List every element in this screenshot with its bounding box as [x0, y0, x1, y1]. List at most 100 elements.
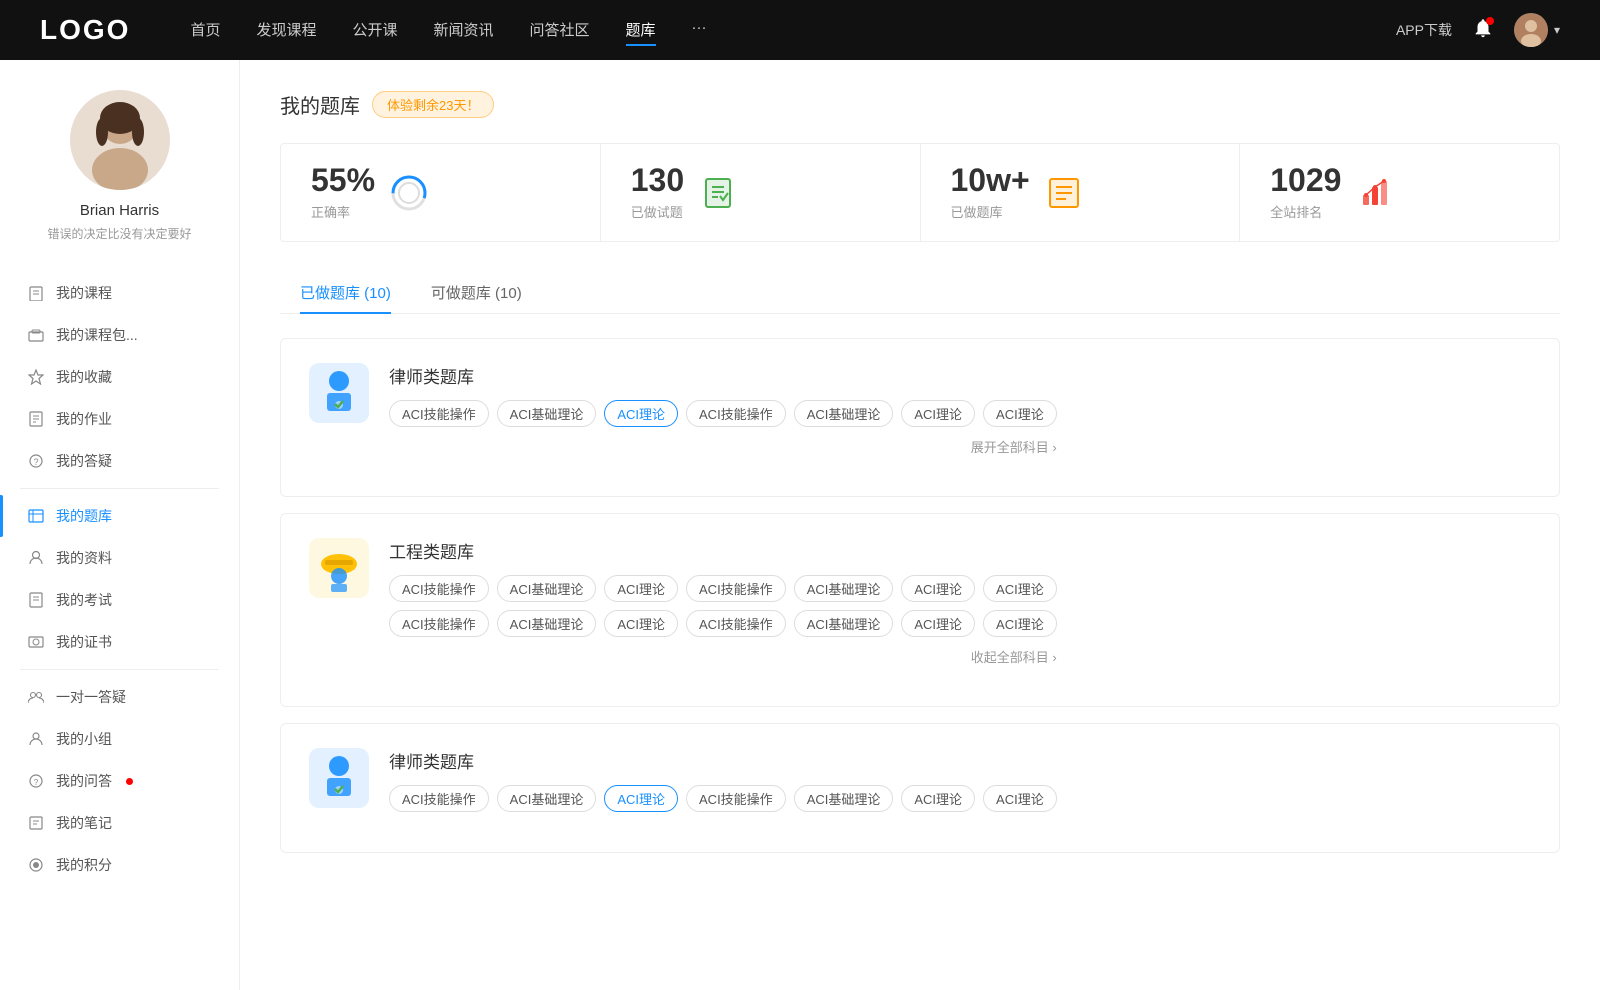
notes-icon	[28, 815, 44, 831]
svg-text:?: ?	[34, 778, 39, 787]
sidebar-item-notes-label: 我的笔记	[56, 813, 112, 833]
sidebar-item-qbank[interactable]: 我的题库	[0, 495, 239, 537]
stat-rank: 1029 全站排名	[1240, 144, 1559, 241]
tag-lawyer1-2[interactable]: ACI理论	[604, 400, 678, 427]
qbank-title-area-lawyer2: 律师类题库 ACI技能操作 ACI基础理论 ACI理论 ACI技能操作 ACI基…	[389, 748, 1057, 812]
stat-done-banks-label: 已做题库	[951, 202, 1030, 221]
sidebar-item-course-label: 我的课程	[56, 283, 112, 303]
qbank-section-engineer1: 工程类题库 ACI技能操作 ACI基础理论 ACI理论 ACI技能操作 ACI基…	[280, 513, 1560, 707]
sidebar-item-notes[interactable]: 我的笔记	[0, 802, 239, 844]
exam-icon	[28, 592, 44, 608]
qbank-title-lawyer2: 律师类题库	[389, 748, 1057, 773]
trial-badge: 体验剩余23天！	[372, 91, 494, 118]
main-nav: 首页 发现课程 公开课 新闻资讯 问答社区 题库 ···	[190, 15, 1396, 46]
header-right: APP下载 ▾	[1396, 13, 1560, 47]
tag-eng1-r2-6[interactable]: ACI理论	[983, 610, 1057, 637]
stat-done-banks-number: 10w+	[951, 164, 1030, 196]
sidebar-item-course-pkg[interactable]: 我的课程包...	[0, 314, 239, 356]
tag-eng1-r2-4[interactable]: ACI基础理论	[794, 610, 894, 637]
page-title: 我的题库	[280, 90, 360, 119]
lawyer-icon	[313, 367, 365, 419]
course-icon	[28, 285, 44, 301]
sidebar-item-one-on-one[interactable]: 一对一答疑	[0, 676, 239, 718]
divider-2	[20, 669, 219, 670]
expand-lawyer1[interactable]: 展开全部科目 ›	[389, 437, 1057, 456]
tag-lawyer2-5[interactable]: ACI理论	[901, 785, 975, 812]
nav-discover[interactable]: 发现课程	[256, 15, 316, 46]
tag-eng1-r1-3[interactable]: ACI技能操作	[686, 575, 786, 602]
pie-chart-icon	[389, 173, 429, 213]
tag-lawyer1-5[interactable]: ACI理论	[901, 400, 975, 427]
sidebar-item-myqa[interactable]: ? 我的问答	[0, 760, 239, 802]
star-icon	[28, 369, 44, 385]
tag-lawyer1-6[interactable]: ACI理论	[983, 400, 1057, 427]
sidebar: Brian Harris 错误的决定比没有决定要好 我的课程 我的课程包...	[0, 60, 240, 990]
sidebar-item-qbank-label: 我的题库	[56, 506, 112, 526]
nav-home[interactable]: 首页	[190, 15, 220, 46]
nav-qa[interactable]: 问答社区	[530, 15, 590, 46]
sidebar-item-group[interactable]: 我的小组	[0, 718, 239, 760]
nav-qbank[interactable]: 题库	[626, 15, 656, 46]
tag-eng1-r1-0[interactable]: ACI技能操作	[389, 575, 489, 602]
sidebar-item-cert[interactable]: 我的证书	[0, 621, 239, 663]
tag-eng1-r2-0[interactable]: ACI技能操作	[389, 610, 489, 637]
sidebar-item-points[interactable]: 我的积分	[0, 844, 239, 886]
tag-lawyer1-0[interactable]: ACI技能操作	[389, 400, 489, 427]
nav-open-course[interactable]: 公开课	[352, 15, 397, 46]
user-avatar-menu[interactable]: ▾	[1514, 13, 1560, 47]
tag-eng1-r2-2[interactable]: ACI理论	[604, 610, 678, 637]
homework-icon	[28, 411, 44, 427]
notification-button[interactable]	[1472, 17, 1494, 44]
tag-lawyer2-0[interactable]: ACI技能操作	[389, 785, 489, 812]
tag-eng1-r1-2[interactable]: ACI理论	[604, 575, 678, 602]
sidebar-item-cert-label: 我的证书	[56, 632, 112, 652]
tag-lawyer2-3[interactable]: ACI技能操作	[686, 785, 786, 812]
logo: LOGO	[40, 14, 130, 46]
doc-green-icon	[698, 173, 738, 213]
tags-row2-engineer1: ACI技能操作 ACI基础理论 ACI理论 ACI技能操作 ACI基础理论 AC…	[389, 610, 1057, 637]
avatar-image	[1514, 13, 1548, 47]
collapse-engineer1[interactable]: 收起全部科目 ›	[389, 647, 1057, 666]
qbank-header-lawyer1: 律师类题库 ACI技能操作 ACI基础理论 ACI理论 ACI技能操作 ACI基…	[309, 363, 1531, 456]
sidebar-item-profile[interactable]: 我的资料	[0, 537, 239, 579]
main-content: 我的题库 体验剩余23天！ 55% 正确率	[240, 60, 1600, 990]
tag-lawyer2-6[interactable]: ACI理论	[983, 785, 1057, 812]
tag-lawyer2-1[interactable]: ACI基础理论	[497, 785, 597, 812]
sidebar-item-points-label: 我的积分	[56, 855, 112, 875]
app-download-button[interactable]: APP下载	[1396, 20, 1452, 40]
tabs-row: 已做题库 (10) 可做题库 (10)	[280, 272, 1560, 314]
sidebar-item-qa-label: 我的答疑	[56, 451, 112, 471]
engineer-icon	[313, 542, 365, 594]
bar-red-icon	[1355, 173, 1395, 213]
sidebar-item-collect[interactable]: 我的收藏	[0, 356, 239, 398]
sidebar-item-course[interactable]: 我的课程	[0, 272, 239, 314]
tag-lawyer1-4[interactable]: ACI基础理论	[794, 400, 894, 427]
tag-eng1-r2-3[interactable]: ACI技能操作	[686, 610, 786, 637]
tab-available-banks[interactable]: 可做题库 (10)	[411, 272, 542, 313]
sidebar-item-qa[interactable]: ? 我的答疑	[0, 440, 239, 482]
tag-eng1-r2-1[interactable]: ACI基础理论	[497, 610, 597, 637]
tag-lawyer2-2[interactable]: ACI理论	[604, 785, 678, 812]
sidebar-item-exam[interactable]: 我的考试	[0, 579, 239, 621]
tag-lawyer1-1[interactable]: ACI基础理论	[497, 400, 597, 427]
tag-eng1-r1-1[interactable]: ACI基础理论	[497, 575, 597, 602]
tag-lawyer2-4[interactable]: ACI基础理论	[794, 785, 894, 812]
stats-row: 55% 正确率 130 已做试题	[280, 143, 1560, 242]
tag-eng1-r2-5[interactable]: ACI理论	[901, 610, 975, 637]
tag-eng1-r1-5[interactable]: ACI理论	[901, 575, 975, 602]
tab-done-banks[interactable]: 已做题库 (10)	[280, 272, 411, 313]
one-on-one-icon	[28, 689, 44, 705]
sidebar-item-homework[interactable]: 我的作业	[0, 398, 239, 440]
avatar	[1514, 13, 1548, 47]
list-orange-icon	[1044, 173, 1084, 213]
stat-done-banks-text: 10w+ 已做题库	[951, 164, 1030, 221]
tag-eng1-r1-4[interactable]: ACI基础理论	[794, 575, 894, 602]
tag-eng1-r1-6[interactable]: ACI理论	[983, 575, 1057, 602]
stat-done-questions: 130 已做试题	[601, 144, 921, 241]
tag-lawyer1-3[interactable]: ACI技能操作	[686, 400, 786, 427]
nav-news[interactable]: 新闻资讯	[434, 15, 494, 46]
sidebar-item-profile-label: 我的资料	[56, 548, 112, 568]
stat-accuracy-number: 55%	[311, 164, 375, 196]
nav-more[interactable]: ···	[692, 15, 707, 46]
qa-icon: ?	[28, 453, 44, 469]
